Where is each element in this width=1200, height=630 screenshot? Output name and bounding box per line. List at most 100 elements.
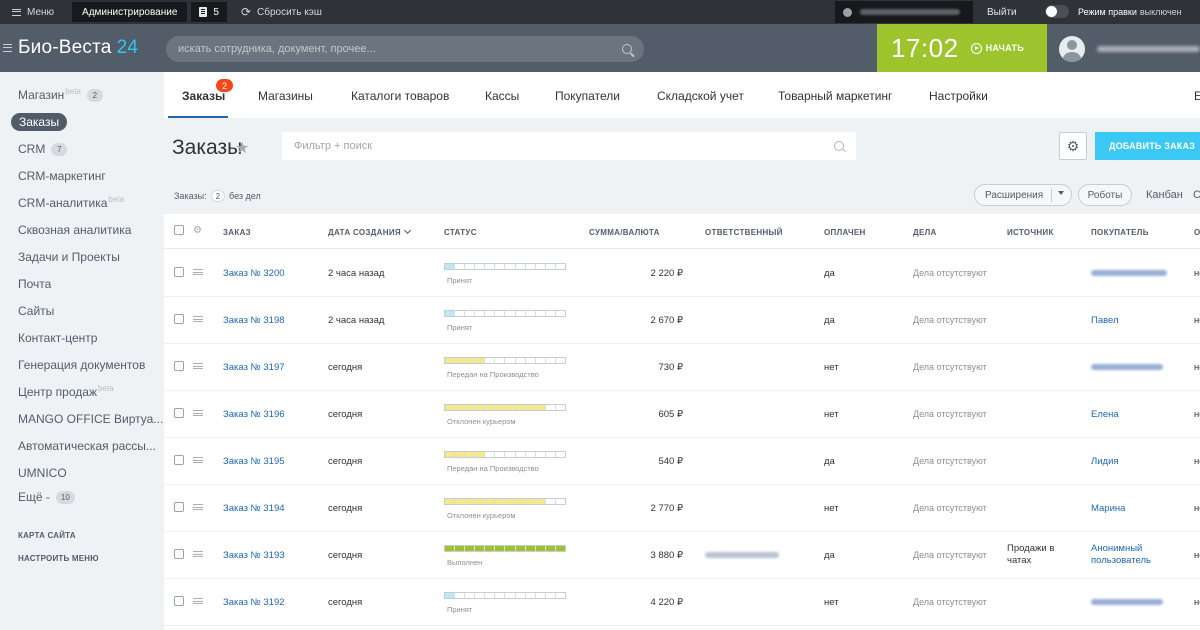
- chevron-down-icon[interactable]: [1058, 191, 1064, 195]
- sidebar-item-mango-office[interactable]: MANGO OFFICE Виртуа...: [18, 409, 163, 429]
- responsible-blurred[interactable]: [705, 552, 779, 558]
- view-kanban[interactable]: Канбан: [1146, 189, 1183, 201]
- tab-catalogs[interactable]: Каталоги товаров: [351, 89, 449, 103]
- start-workday-button[interactable]: НАЧАТЬ: [970, 42, 1024, 54]
- edit-mode-toggle[interactable]: [1045, 5, 1069, 18]
- logout-button[interactable]: Выйти: [987, 0, 1017, 24]
- status-progress-bar[interactable]: [444, 451, 566, 458]
- order-link[interactable]: Заказ № 3194: [223, 503, 285, 514]
- column-header-sorted[interactable]: ДАТА СОЗДАНИЯ: [328, 226, 411, 237]
- table-row[interactable]: Заказ № 3195 сегодня Передан на Производст…: [164, 438, 1200, 485]
- status-progress-bar[interactable]: [444, 498, 566, 505]
- table-row[interactable]: Заказ № 3197 сегодня Передан на Производст…: [164, 344, 1200, 391]
- workday-widget[interactable]: 17:02 НАЧАТЬ: [877, 24, 1047, 72]
- table-row[interactable]: Заказ № 3194 сегодня Отклонен курьером 2 77…: [164, 485, 1200, 532]
- buyer-link[interactable]: Марина: [1091, 503, 1125, 515]
- add-order-button[interactable]: ДОБАВИТЬ ЗАКАЗ: [1095, 132, 1200, 160]
- updates-button[interactable]: 5: [191, 2, 227, 22]
- filter-search-input[interactable]: [294, 140, 834, 152]
- table-row[interactable]: Заказ № 3192 сегодня Принят 4 220 ₽ нет Дела …: [164, 579, 1200, 626]
- drag-handle-icon[interactable]: [193, 598, 203, 604]
- buyer-link[interactable]: Анонимный пользователь: [1091, 543, 1151, 567]
- drag-handle-icon[interactable]: [193, 316, 203, 322]
- order-link[interactable]: Заказ № 3193: [223, 550, 285, 561]
- row-checkbox[interactable]: [174, 549, 184, 559]
- row-checkbox[interactable]: [174, 502, 184, 512]
- drag-handle-icon[interactable]: [193, 269, 203, 275]
- drag-handle-icon[interactable]: [193, 504, 203, 510]
- drag-handle-icon[interactable]: [193, 363, 203, 369]
- row-checkbox[interactable]: [174, 314, 184, 324]
- view-list[interactable]: С: [1193, 189, 1200, 201]
- sidebar-item-auto-mailing[interactable]: Автоматическая рассы...: [18, 436, 156, 456]
- reset-cache-button[interactable]: ⟳ Сбросить кэш: [241, 5, 322, 19]
- portal-logo[interactable]: Био-Веста 24: [18, 37, 138, 59]
- configure-menu-link[interactable]: НАСТРОИТЬ МЕНЮ: [18, 554, 99, 563]
- buyer-blurred[interactable]: [1091, 364, 1163, 370]
- robots-button[interactable]: Роботы: [1078, 184, 1132, 206]
- status-progress-bar[interactable]: [444, 263, 566, 270]
- row-checkbox[interactable]: [174, 408, 184, 418]
- sidebar-item-more[interactable]: Ещё - 10: [18, 487, 75, 507]
- drag-handle-icon[interactable]: [193, 551, 203, 557]
- filter-search[interactable]: [282, 132, 856, 160]
- column-header[interactable]: ОПЛАЧЕН: [824, 228, 866, 237]
- gear-icon[interactable]: ⚙: [193, 225, 202, 236]
- column-header[interactable]: СТАТУС: [444, 228, 477, 237]
- row-checkbox[interactable]: [174, 361, 184, 371]
- sidebar-item-end-to-end-analytics[interactable]: Сквозная аналитика: [18, 220, 131, 240]
- row-checkbox[interactable]: [174, 455, 184, 465]
- global-search[interactable]: [166, 36, 644, 62]
- sidebar-item-contact-center[interactable]: Контакт-центр: [18, 328, 97, 348]
- buyer-link[interactable]: Павел: [1091, 315, 1119, 327]
- drag-handle-icon[interactable]: [193, 410, 203, 416]
- sitemap-link[interactable]: КАРТА САЙТА: [18, 531, 76, 540]
- sidebar-item-doc-generation[interactable]: Генерация документов: [18, 355, 145, 375]
- column-header[interactable]: ИСТОЧНИК: [1007, 228, 1054, 237]
- order-link[interactable]: Заказ № 3195: [223, 456, 285, 467]
- sidebar-item-sales-center[interactable]: Центр продаж beta: [18, 382, 114, 402]
- drag-handle-icon[interactable]: [193, 457, 203, 463]
- administration-button[interactable]: Администрирование: [72, 2, 188, 22]
- buyer-blurred[interactable]: [1091, 599, 1163, 605]
- star-icon[interactable]: ★: [235, 138, 249, 158]
- column-header[interactable]: ПОКУПАТЕЛЬ: [1091, 228, 1149, 237]
- tab-more[interactable]: Е: [1194, 89, 1200, 103]
- order-link[interactable]: Заказ № 3196: [223, 409, 285, 420]
- column-header[interactable]: ДЕЛА: [913, 228, 937, 237]
- table-row[interactable]: Заказ № 3193 сегодня Выполнен 3 880 ₽ да Дела…: [164, 532, 1200, 579]
- sidebar-item-umnico[interactable]: UMNICO: [18, 463, 67, 483]
- buyer-link[interactable]: Лидия: [1091, 456, 1119, 468]
- status-progress-bar[interactable]: [444, 545, 566, 552]
- buyer-link[interactable]: Елена: [1091, 409, 1119, 421]
- sidebar-item-crm-marketing[interactable]: CRM-маркетинг: [18, 166, 106, 186]
- avatar[interactable]: [1059, 36, 1085, 62]
- status-progress-bar[interactable]: [444, 404, 566, 411]
- sidebar-item-sites[interactable]: Сайты: [18, 301, 54, 321]
- table-row[interactable]: Заказ № 3196 сегодня Отклонен курьером 605 …: [164, 391, 1200, 438]
- sidebar-item-orders[interactable]: Заказы: [11, 113, 68, 131]
- table-row[interactable]: Заказ № 3198 2 часа назад Принят 2 670 ₽ да Д…: [164, 297, 1200, 344]
- sidebar-item-crm[interactable]: CRM 7: [18, 139, 68, 159]
- column-header[interactable]: О: [1194, 228, 1200, 237]
- status-progress-bar[interactable]: [444, 357, 566, 364]
- column-header[interactable]: ЗАКАЗ: [223, 228, 251, 237]
- order-link[interactable]: Заказ № 3198: [223, 315, 285, 326]
- status-progress-bar[interactable]: [444, 310, 566, 317]
- order-link[interactable]: Заказ № 3200: [223, 268, 285, 279]
- admin-user[interactable]: [835, 1, 973, 23]
- tab-shops[interactable]: Магазины: [258, 89, 313, 103]
- column-header[interactable]: СУММА/ВАЛЮТА: [589, 228, 660, 237]
- search-icon[interactable]: [622, 44, 632, 54]
- buyer-blurred[interactable]: [1091, 270, 1167, 276]
- tab-warehouse[interactable]: Складской учет: [657, 89, 744, 103]
- admin-menu-button[interactable]: Меню: [0, 0, 66, 24]
- order-link[interactable]: Заказ № 3192: [223, 597, 285, 608]
- settings-button[interactable]: ⚙: [1059, 132, 1087, 160]
- column-header[interactable]: ОТВЕТСТВЕННЫЙ: [705, 228, 783, 237]
- sidebar-item-tasks[interactable]: Задачи и Проекты: [18, 247, 120, 267]
- status-progress-bar[interactable]: [444, 592, 566, 599]
- sidebar-item-shop[interactable]: Магазин beta 2: [18, 85, 103, 105]
- user-name-blurred[interactable]: [1097, 46, 1200, 52]
- sidebar-toggle-icon[interactable]: [3, 44, 12, 52]
